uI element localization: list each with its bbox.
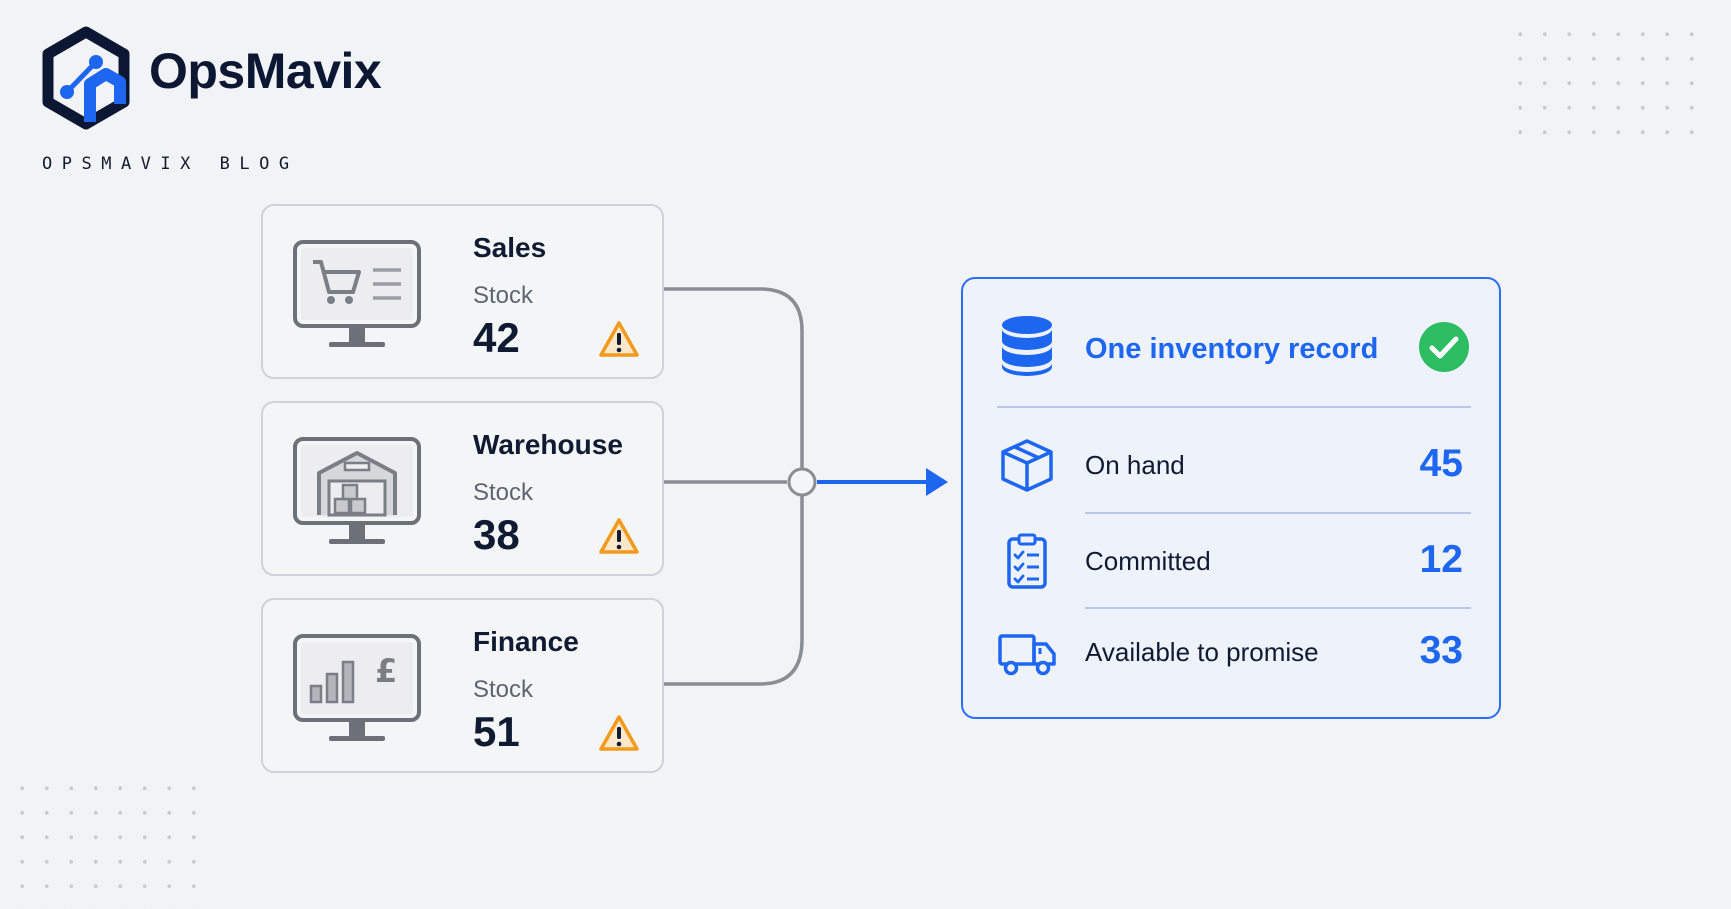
inventory-record-card: One inventory record On hand 45 Committe… xyxy=(961,277,1501,719)
warning-triangle-icon xyxy=(599,715,639,751)
row-value-on-hand: 45 xyxy=(1419,442,1463,485)
warning-triangle-icon xyxy=(599,518,639,554)
stock-value: 38 xyxy=(473,511,520,558)
record-title: One inventory record xyxy=(1085,333,1379,365)
warehouse-monitor-icon xyxy=(293,437,421,544)
row-value-available-to-promise: 33 xyxy=(1419,629,1463,672)
finance-chart-monitor-icon: £ xyxy=(293,634,421,741)
source-card-warehouse: Warehouse Stock 38 xyxy=(261,401,664,576)
stock-value: 42 xyxy=(473,314,520,361)
row-divider xyxy=(1085,512,1471,514)
junction-node xyxy=(787,467,817,497)
database-icon xyxy=(1002,316,1052,376)
warning-triangle-icon xyxy=(599,321,639,357)
row-divider xyxy=(1085,607,1471,609)
stock-label: Stock xyxy=(473,282,534,309)
header-divider xyxy=(997,406,1471,408)
arrow-head-icon xyxy=(926,468,948,496)
row-label-available-to-promise: Available to promise xyxy=(1085,637,1319,667)
row-value-committed: 12 xyxy=(1419,538,1463,581)
source-title: Warehouse xyxy=(473,429,623,460)
source-card-finance: £ Finance Stock 51 xyxy=(261,598,664,773)
shopping-cart-monitor-icon xyxy=(293,240,421,347)
svg-text:£: £ xyxy=(375,652,397,690)
check-circle-icon xyxy=(1419,322,1469,372)
row-label-committed: Committed xyxy=(1085,546,1211,576)
row-label-on-hand: On hand xyxy=(1085,450,1185,480)
delivery-truck-icon xyxy=(998,634,1056,676)
stock-value: 51 xyxy=(473,708,520,755)
source-title: Sales xyxy=(473,232,547,263)
package-box-icon xyxy=(1001,439,1053,492)
stock-label: Stock xyxy=(473,676,534,703)
source-card-sales: Sales Stock 42 xyxy=(261,204,664,379)
clipboard-checklist-icon xyxy=(1007,533,1047,589)
stock-label: Stock xyxy=(473,479,534,506)
source-title: Finance xyxy=(473,626,579,657)
